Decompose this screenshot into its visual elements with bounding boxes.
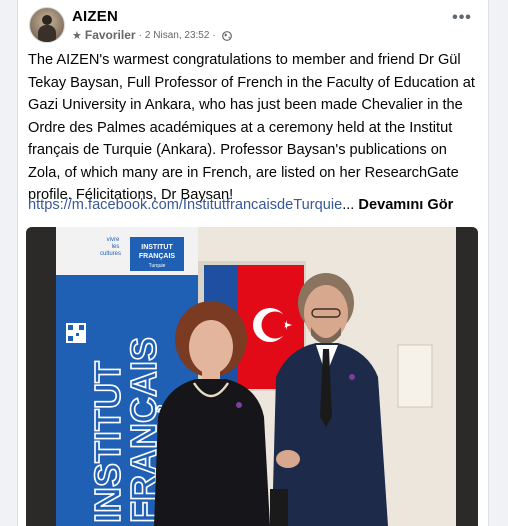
avatar-head [42,15,52,25]
avatar-body [38,25,56,42]
link-ellipsis: ... [342,197,355,213]
man-medal [349,374,355,380]
man-hands [276,450,300,468]
banner-logo-line1: INSTITUT [141,244,173,251]
author-avatar[interactable] [29,7,65,43]
page: AIZEN ★ Favoriler · 2 Nisan, 23:52 · •••… [0,0,508,526]
post-timestamp[interactable]: 2 Nisan, 23:52 [145,30,210,41]
man-suit [272,343,388,526]
facebook-post: AIZEN ★ Favoriler · 2 Nisan, 23:52 · •••… [17,0,489,526]
flag-crescent-inner [261,311,289,339]
post-link-line: https://m.facebook.com/Institutfrancaisd… [28,197,453,213]
meta-separator: · [138,29,142,41]
more-options-icon[interactable]: ••• [450,10,474,31]
woman-medal [236,402,242,408]
see-more-button[interactable]: Devamını Gör [358,197,453,213]
photo-right-dark [456,227,478,526]
banner-top-line-3: cultures [100,251,121,257]
wall-frame [397,344,433,408]
banner-vertical-1: INSTITUT [87,361,128,523]
post-meta: ★ Favoriler · 2 Nisan, 23:52 · [72,28,232,42]
banner-logo-line2: FRANÇAIS [139,253,175,260]
banner-top-line-2: les [112,244,120,250]
star-icon: ★ [72,29,82,42]
post-header: AIZEN ★ Favoriler · 2 Nisan, 23:52 · ••• [28,7,478,43]
favorites-label[interactable]: Favoriler [85,28,136,42]
globe-icon[interactable] [221,30,232,41]
author-name[interactable]: AIZEN [72,8,118,25]
meta-separator-2: · [212,29,216,41]
banner-logo-line3: Turquie [149,263,166,269]
post-body-text: The AIZEN's warmest congratulations to m… [28,52,475,203]
banner-top-line-1: vivre [107,237,120,243]
woman-dark-lower [270,489,288,526]
photo-scene: vivre les cultures INSTITUT FRANÇAIS Tur… [26,227,478,526]
man-face [304,285,348,341]
woman-face [189,320,233,374]
post-photo[interactable]: vivre les cultures INSTITUT FRANÇAIS Tur… [26,227,478,526]
woman-dress [154,379,270,526]
photo-left-dark [26,227,56,526]
post-link[interactable]: https://m.facebook.com/Institutfrancaisd… [28,197,342,213]
